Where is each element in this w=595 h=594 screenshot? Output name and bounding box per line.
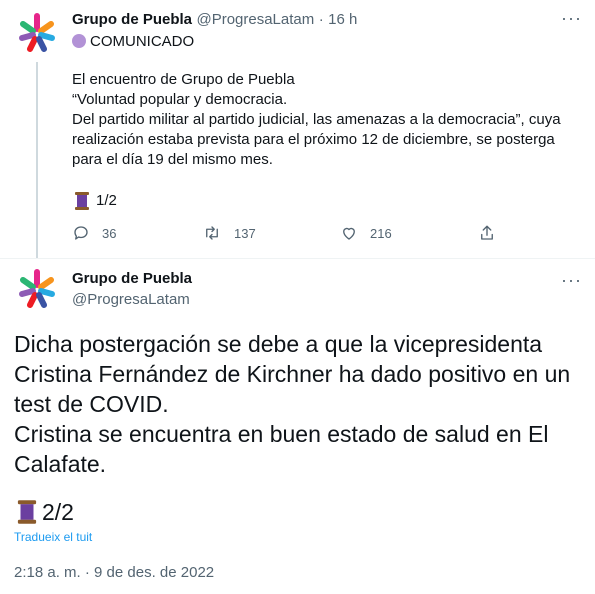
tweet-timestamp[interactable]: 2:18 a. m. · 9 de des. de 2022 — [14, 564, 214, 581]
logo-icon — [19, 269, 55, 308]
retweet-button[interactable]: 137 — [202, 224, 256, 242]
retweet-icon — [206, 226, 218, 240]
tweet1-body: El encuentro de Grupo de Puebla “Volunta… — [72, 70, 582, 170]
tweet1-line: “Voluntad popular y democracia. — [72, 91, 288, 108]
tweet2-line: Calafate. — [14, 451, 107, 477]
tweet2-body: Dicha postergación se debe a que la vice… — [14, 329, 584, 479]
reply-icon — [74, 226, 88, 240]
tweet2-line: Cristina se encuentra en buen estado de … — [14, 421, 549, 447]
thread-line — [36, 62, 38, 258]
tweet1-tag: COMUNICADO — [72, 32, 194, 52]
author-name[interactable]: Grupo de Puebla — [72, 11, 192, 28]
retweet-count: 137 — [234, 225, 256, 241]
like-count: 216 — [370, 225, 392, 241]
tweet1-line: para el día 19 del mismo mes. — [72, 151, 273, 168]
spool-icon — [75, 192, 89, 210]
tweet2-line: Cristina Fernández de Kirchner ha dado p… — [14, 361, 571, 387]
reply-count: 36 — [102, 225, 117, 241]
thread-counter: 1/2 — [96, 192, 117, 209]
tweet1-counter: 1/2 — [72, 191, 117, 211]
tweet1-actions: 36 137 216 — [72, 224, 572, 244]
author-handle[interactable]: @ProgresaLatam — [72, 291, 190, 308]
tweet2-line: Dicha postergación se debe a que la vice… — [14, 331, 543, 357]
share-icon — [481, 225, 493, 240]
tweet2-line: test de COVID. — [14, 391, 169, 417]
tweet1-line: Del partido militar al partido judicial,… — [72, 111, 561, 128]
more-icon[interactable]: ··· — [561, 8, 582, 29]
reply-button[interactable]: 36 — [72, 224, 116, 242]
logo-icon — [19, 13, 55, 52]
thread-counter: 2/2 — [42, 499, 74, 525]
tweet-time[interactable]: 16 h — [328, 11, 357, 28]
spool-icon — [17, 500, 37, 524]
tweet2-counter: 2/2 — [14, 497, 74, 527]
avatar[interactable] — [14, 266, 60, 312]
tweet1-line: El encuentro de Grupo de Puebla — [72, 71, 295, 88]
avatar[interactable] — [14, 10, 60, 56]
more-icon[interactable]: ··· — [561, 270, 582, 291]
share-button[interactable] — [478, 224, 508, 242]
author-handle[interactable]: @ProgresaLatam — [196, 11, 314, 28]
tweet-divider — [0, 258, 595, 259]
purple-circle-icon — [72, 34, 86, 48]
tag-label: COMUNICADO — [90, 33, 195, 50]
dot-separator: · — [318, 11, 324, 28]
like-icon — [343, 227, 355, 240]
tweet1-line: realización estaba prevista para el próx… — [72, 131, 555, 148]
author-name[interactable]: Grupo de Puebla — [72, 270, 192, 287]
tweet1-header: Grupo de Puebla @ProgresaLatam · 16 h — [72, 11, 357, 29]
like-button[interactable]: 216 — [340, 224, 392, 242]
translate-link[interactable]: Tradueix el tuit — [14, 530, 92, 544]
